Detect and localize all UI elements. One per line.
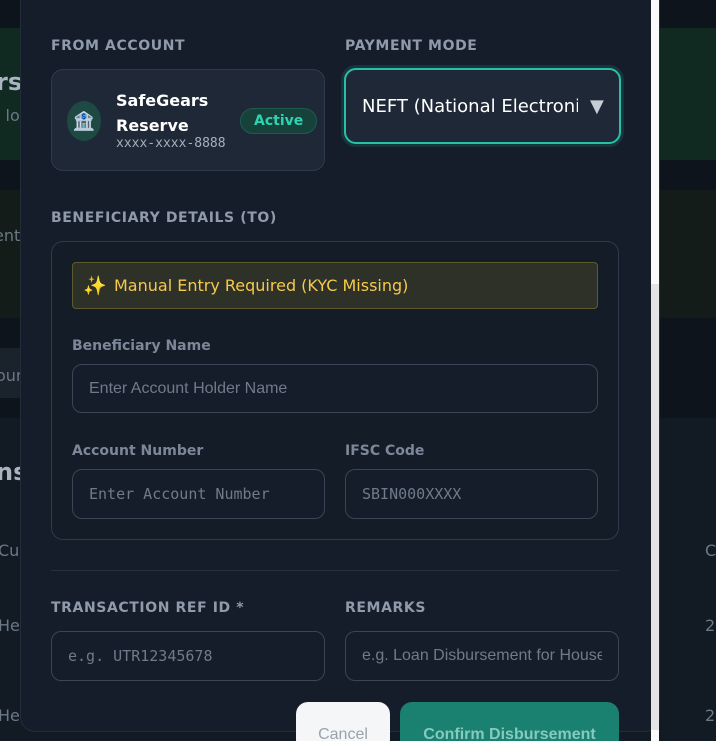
background-text: C	[705, 541, 716, 560]
background-text: our	[0, 366, 23, 385]
chevron-down-icon: ▼	[590, 96, 604, 117]
ifsc-code-label: IFSC Code	[345, 443, 425, 459]
remarks-label: REMARKS	[345, 600, 427, 616]
modal-scrollbar-thumb[interactable]	[651, 284, 659, 730]
transaction-ref-input[interactable]	[51, 631, 325, 681]
account-number-label: Account Number	[72, 443, 204, 459]
ifsc-code-input[interactable]	[345, 469, 598, 519]
background-text: l lo	[0, 106, 20, 125]
background-text: He	[0, 616, 20, 635]
status-badge: Active	[240, 108, 318, 134]
beneficiary-section-label: BENEFICIARY DETAILS (TO)	[51, 210, 277, 226]
payment-mode-select[interactable]: NEFT (National Electronic Funds Transfer…	[344, 68, 621, 144]
kyc-alert: ✨ Manual Entry Required (KYC Missing)	[72, 262, 598, 309]
from-account-card: 🏦 SafeGears Reserve xxxx-xxxx-8888 Activ…	[51, 69, 325, 171]
bank-icon: 🏦	[67, 101, 101, 141]
background-text: He	[0, 706, 20, 725]
sparkle-icon: ✨	[83, 275, 107, 297]
cancel-button[interactable]: Cancel	[296, 702, 390, 741]
account-number-input[interactable]	[72, 469, 325, 519]
confirm-disbursement-button[interactable]: Confirm Disbursement	[400, 702, 619, 741]
background-text: 2	[705, 616, 716, 635]
account-name: SafeGears Reserve	[116, 91, 209, 135]
payment-mode-value: NEFT (National Electronic Funds Transfer…	[362, 96, 578, 117]
kyc-alert-text: Manual Entry Required (KYC Missing)	[114, 276, 409, 295]
background-text: rs	[0, 68, 23, 96]
beneficiary-name-input[interactable]	[72, 364, 598, 413]
beneficiary-name-label: Beneficiary Name	[72, 338, 211, 354]
account-masked-number: xxxx-xxxx-8888	[116, 136, 226, 151]
payment-mode-label: PAYMENT MODE	[345, 38, 478, 54]
section-divider	[51, 570, 619, 571]
remarks-input[interactable]	[345, 631, 619, 681]
background-text: Cu	[0, 541, 20, 560]
from-account-label: FROM ACCOUNT	[51, 38, 186, 54]
transaction-ref-label: TRANSACTION REF ID *	[51, 600, 245, 616]
background-text: ent	[0, 226, 21, 245]
background-text: 2	[705, 706, 716, 725]
